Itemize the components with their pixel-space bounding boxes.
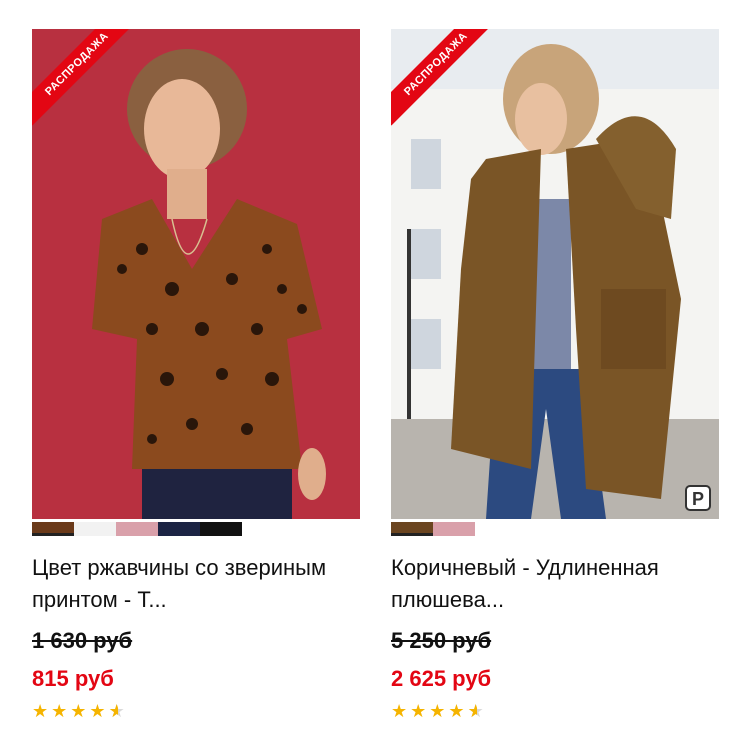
color-swatches bbox=[391, 522, 719, 536]
half-star-icon: ★ bbox=[109, 701, 128, 721]
star-icon: ★ bbox=[429, 701, 449, 721]
product-card[interactable]: РАСПРОДАЖА P Коричневый - Удлиненная плю… bbox=[391, 29, 719, 722]
sale-price: 2 625 руб bbox=[391, 666, 492, 691]
color-swatch-4[interactable] bbox=[158, 522, 200, 536]
color-swatches bbox=[32, 522, 360, 536]
product-image[interactable]: РАСПРОДАЖА P bbox=[391, 29, 719, 519]
product-title[interactable]: Коричневый - Удлиненная плюшева... bbox=[391, 552, 719, 616]
sale-price: 815 руб bbox=[32, 666, 114, 691]
star-icon: ★ bbox=[70, 701, 90, 721]
product-card[interactable]: РАСПРОДАЖА Цвет ржавчины со звериным при… bbox=[32, 29, 360, 722]
star-icon: ★ bbox=[410, 701, 430, 721]
star-icon: ★ bbox=[32, 701, 52, 721]
star-icon: ★ bbox=[448, 701, 468, 721]
product-title[interactable]: Цвет ржавчины со звериным принтом - Т... bbox=[32, 552, 360, 616]
color-swatch-2[interactable] bbox=[433, 522, 475, 536]
old-price: 1 630 руб bbox=[32, 628, 133, 653]
color-swatch-1[interactable] bbox=[32, 522, 74, 536]
rating-stars: ★★★★★ bbox=[391, 701, 719, 722]
star-icon: ★ bbox=[51, 701, 71, 721]
color-swatch-5[interactable] bbox=[200, 522, 242, 536]
old-price: 5 250 руб bbox=[391, 628, 492, 653]
star-icon: ★ bbox=[391, 701, 411, 721]
color-swatch-3[interactable] bbox=[116, 522, 158, 536]
star-icon: ★ bbox=[89, 701, 109, 721]
product-image[interactable]: РАСПРОДАЖА bbox=[32, 29, 360, 519]
color-swatch-2[interactable] bbox=[74, 522, 116, 536]
p-badge-icon: P bbox=[685, 485, 711, 511]
half-star-icon: ★ bbox=[468, 701, 487, 721]
rating-stars: ★★★★★ bbox=[32, 701, 360, 722]
color-swatch-1[interactable] bbox=[391, 522, 433, 536]
